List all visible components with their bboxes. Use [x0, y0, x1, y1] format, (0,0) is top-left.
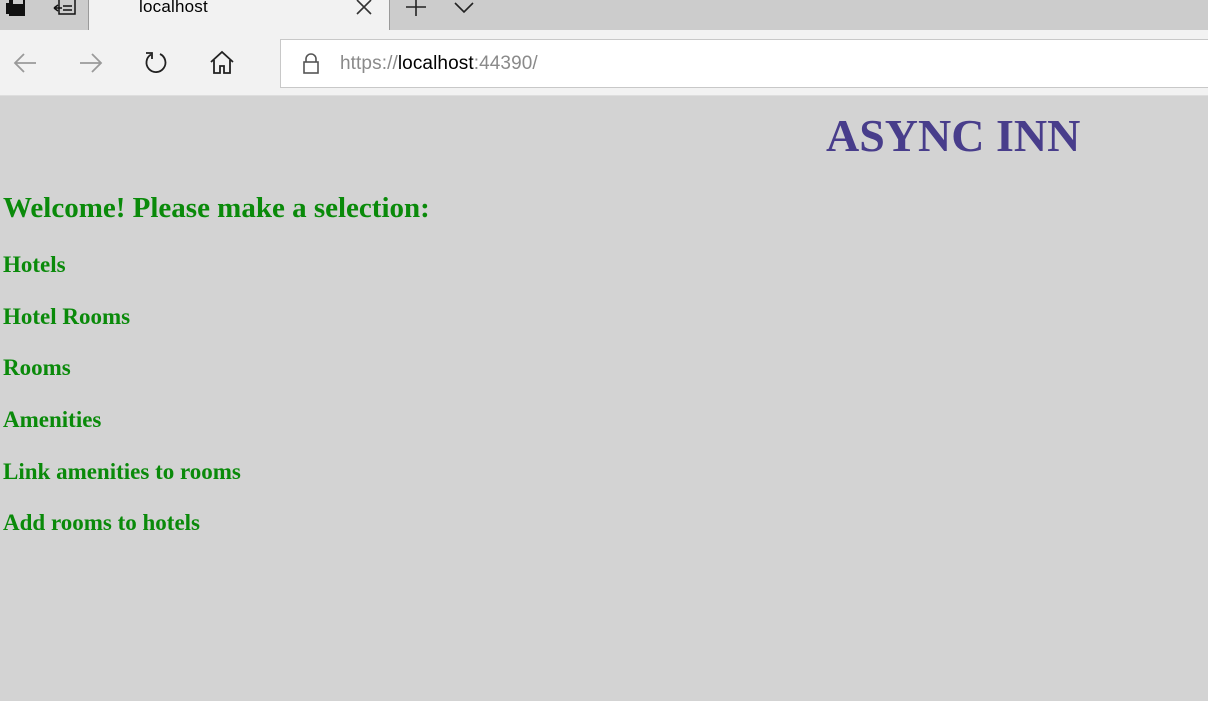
menu-link-amenities[interactable]: Amenities: [3, 406, 101, 434]
tab-actions-icon[interactable]: [4, 0, 30, 30]
chevron-down-icon[interactable]: [450, 0, 478, 30]
url-port-path: :44390/: [473, 53, 538, 74]
menu-link-room-amenities[interactable]: Link amenities to rooms: [3, 458, 241, 486]
new-tab-icon[interactable]: [402, 0, 430, 30]
menu-link-hotel-rooms[interactable]: Hotel Rooms: [3, 303, 130, 331]
home-icon[interactable]: [209, 50, 235, 76]
set-aside-tabs-icon[interactable]: [52, 0, 78, 30]
menu-link-hotels[interactable]: Hotels: [3, 251, 66, 279]
forward-arrow-icon[interactable]: [78, 50, 104, 76]
lock-icon[interactable]: [302, 53, 320, 80]
address-bar[interactable]: https://localhost:44390/: [280, 39, 1208, 88]
browser-tab-strip: localhost: [0, 0, 1208, 30]
refresh-icon[interactable]: [143, 50, 169, 76]
url-host: localhost: [397, 53, 474, 74]
tab-title: localhost: [139, 0, 208, 16]
page-content: ASYNC INN Welcome! Please make a selecti…: [0, 96, 1208, 701]
tab-localhost[interactable]: localhost: [88, 0, 390, 30]
browser-toolbar: https://localhost:44390/: [0, 30, 1208, 96]
close-icon[interactable]: [355, 0, 373, 21]
url-scheme: https://: [340, 53, 398, 74]
menu-link-rooms[interactable]: Rooms: [3, 354, 71, 382]
welcome-heading: Welcome! Please make a selection:: [3, 192, 430, 224]
menu-link-add-rooms-to-hotels[interactable]: Add rooms to hotels: [3, 509, 200, 537]
url-text: https://localhost:44390/: [340, 53, 538, 75]
back-arrow-icon[interactable]: [12, 50, 38, 76]
brand-title: ASYNC INN: [826, 110, 1081, 161]
